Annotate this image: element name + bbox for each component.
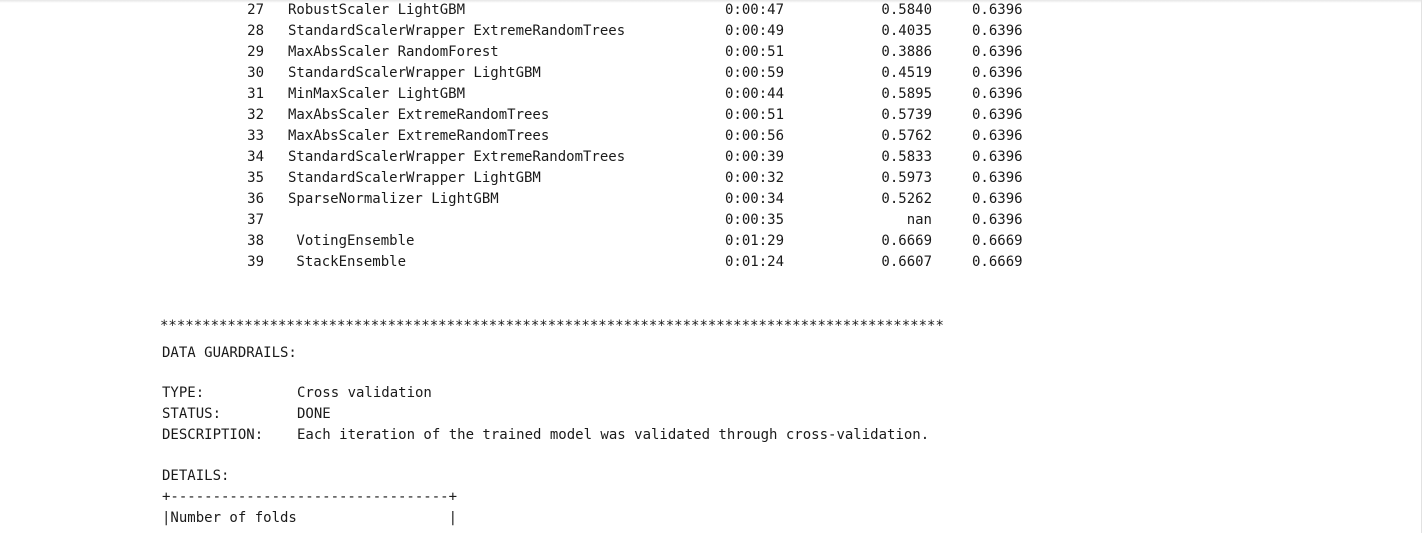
duration-value: 0:00:51 — [725, 44, 785, 60]
metric-value: 0.5895 — [881, 86, 932, 102]
iteration-number: 33 — [247, 128, 264, 144]
iteration-number: 39 — [247, 254, 264, 270]
table-row: 38 VotingEnsemble 0:01:29 0.6669 0.6669 — [0, 231, 1421, 252]
table-row: 35 StandardScalerWrapper LightGBM 0:00:32 0… — [0, 168, 1421, 189]
iteration-number: 31 — [247, 86, 264, 102]
iteration-number: 36 — [247, 191, 264, 207]
table-row: 37 0:00:35 nan 0.6396 — [0, 210, 1421, 231]
duration-value: 0:00:51 — [725, 107, 785, 123]
metric-value: 0.4519 — [881, 65, 932, 81]
table-row: 27 RobustScaler LightGBM 0:00:47 0.5840 0.63… — [0, 0, 1421, 21]
table-row: 29 MaxAbsScaler RandomForest 0:00:51 0.3886… — [0, 42, 1421, 63]
iteration-number: 38 — [247, 233, 264, 249]
best-metric-value: 0.6396 — [972, 149, 1023, 165]
best-metric-value: 0.6669 — [972, 233, 1023, 249]
best-metric-value: 0.6396 — [972, 23, 1023, 39]
duration-value: 0:00:47 — [725, 2, 785, 18]
duration-value: 0:00:39 — [725, 149, 785, 165]
metric-value: 0.5840 — [881, 2, 932, 18]
pipeline-name: StackEnsemble — [288, 254, 407, 270]
best-metric-value: 0.6396 — [972, 128, 1023, 144]
details-table-row: |Number of folds | — [162, 510, 458, 526]
best-metric-value: 0.6396 — [972, 107, 1023, 123]
table-row: 28 StandardScalerWrapper ExtremeRandomTre… — [0, 21, 1421, 42]
iteration-number: 34 — [247, 149, 264, 165]
metric-value: 0.5262 — [881, 191, 932, 207]
best-metric-value: 0.6669 — [972, 254, 1023, 270]
best-metric-value: 0.6396 — [972, 44, 1023, 60]
table-row: 32 MaxAbsScaler ExtremeRandomTrees 0:00:51… — [0, 105, 1421, 126]
pipeline-name: RobustScaler LightGBM — [288, 2, 466, 18]
best-metric-value: 0.6396 — [972, 191, 1023, 207]
pipeline-name: StandardScalerWrapper ExtremeRandomTrees — [288, 149, 626, 165]
metric-value: 0.5762 — [881, 128, 932, 144]
metric-value: 0.5973 — [881, 170, 932, 186]
table-row: 31 MinMaxScaler LightGBM 0:00:44 0.5895 0.63… — [0, 84, 1421, 105]
iteration-number: 32 — [247, 107, 264, 123]
duration-value: 0:00:56 — [725, 128, 785, 144]
best-metric-value: 0.6396 — [972, 170, 1023, 186]
duration-value: 0:00:59 — [725, 65, 785, 81]
duration-value: 0:00:35 — [725, 212, 785, 228]
type-value: Cross validation — [297, 385, 432, 401]
best-metric-value: 0.6396 — [972, 2, 1023, 18]
iteration-number: 27 — [247, 2, 264, 18]
duration-value: 0:00:49 — [725, 23, 785, 39]
iteration-number: 29 — [247, 44, 264, 60]
best-metric-value: 0.6396 — [972, 212, 1023, 228]
duration-value: 0:00:34 — [725, 191, 785, 207]
metric-value: 0.5833 — [881, 149, 932, 165]
status-value: DONE — [297, 406, 331, 422]
pipeline-name: StandardScalerWrapper LightGBM — [288, 170, 541, 186]
iteration-number: 30 — [247, 65, 264, 81]
description-label: DESCRIPTION: — [162, 427, 264, 443]
duration-value: 0:00:32 — [725, 170, 785, 186]
duration-value: 0:00:44 — [725, 86, 785, 102]
iteration-table: 27 RobustScaler LightGBM 0:00:47 0.5840 0.63… — [0, 0, 1421, 290]
table-row: 39 StackEnsemble 0:01:24 0.6607 0.6669 — [0, 252, 1421, 273]
guardrails-heading: DATA GUARDRAILS: — [162, 345, 297, 361]
duration-value: 0:01:29 — [725, 233, 785, 249]
pipeline-name: MaxAbsScaler RandomForest — [288, 44, 499, 60]
guardrails-separator: ****************************************… — [160, 318, 944, 334]
pipeline-name: MaxAbsScaler ExtremeRandomTrees — [288, 107, 550, 123]
metric-value: 0.5739 — [881, 107, 932, 123]
pipeline-name: SparseNormalizer LightGBM — [288, 191, 499, 207]
pipeline-name: StandardScalerWrapper ExtremeRandomTrees — [288, 23, 626, 39]
details-table-border: +---------------------------------+ — [162, 489, 458, 505]
table-row: 36 SparseNormalizer LightGBM 0:00:34 0.5262… — [0, 189, 1421, 210]
iteration-number: 37 — [247, 212, 264, 228]
metric-value: nan — [906, 212, 932, 228]
details-label: DETAILS: — [162, 468, 230, 484]
best-metric-value: 0.6396 — [972, 65, 1023, 81]
pipeline-name: StandardScalerWrapper LightGBM — [288, 65, 541, 81]
type-label: TYPE: — [162, 385, 205, 401]
status-label: STATUS: — [162, 406, 222, 422]
description-value: Each iteration of the trained model was … — [297, 427, 930, 443]
pipeline-name: MinMaxScaler LightGBM — [288, 86, 466, 102]
metric-value: 0.3886 — [881, 44, 932, 60]
pipeline-name: VotingEnsemble — [288, 233, 415, 249]
iteration-number: 35 — [247, 170, 264, 186]
metric-value: 0.6607 — [881, 254, 932, 270]
metric-value: 0.6669 — [881, 233, 932, 249]
iteration-number: 28 — [247, 23, 264, 39]
metric-value: 0.4035 — [881, 23, 932, 39]
table-row: 34 StandardScalerWrapper ExtremeRandomTre… — [0, 147, 1421, 168]
table-row: 30 StandardScalerWrapper LightGBM 0:00:59 0… — [0, 63, 1421, 84]
best-metric-value: 0.6396 — [972, 86, 1023, 102]
duration-value: 0:01:24 — [725, 254, 785, 270]
pipeline-name: MaxAbsScaler ExtremeRandomTrees — [288, 128, 550, 144]
table-row: 33 MaxAbsScaler ExtremeRandomTrees 0:00:56… — [0, 126, 1421, 147]
notebook-cell-output[interactable]: 27 RobustScaler LightGBM 0:00:47 0.5840 0.63… — [0, 0, 1421, 533]
